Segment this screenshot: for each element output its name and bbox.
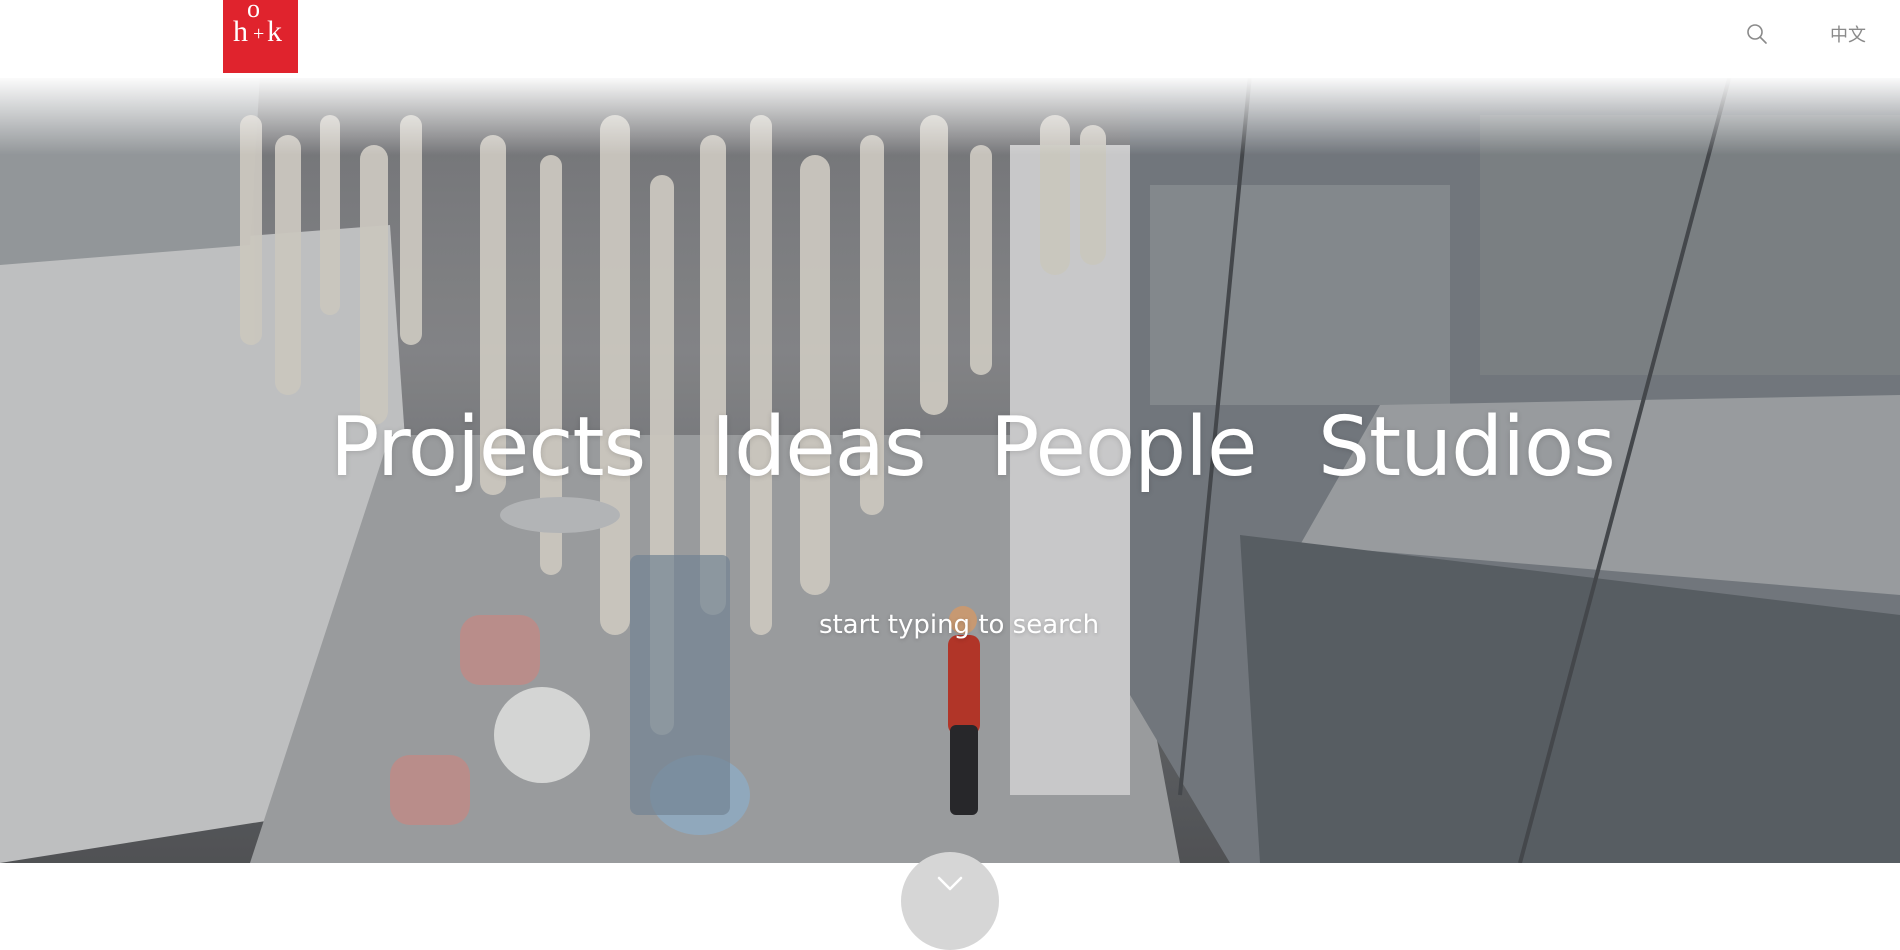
language-switch[interactable]: 中文 bbox=[1830, 21, 1866, 47]
search-hint-text: start typing to search bbox=[818, 610, 1100, 640]
logo-plus: + bbox=[253, 23, 265, 45]
search-icon bbox=[1747, 24, 1767, 44]
logo-letter-k: k bbox=[267, 15, 282, 48]
logo-letter-h: h bbox=[233, 15, 248, 48]
site-header: o h + k 中文 bbox=[0, 0, 1900, 78]
hero-navigation: Projects Ideas People Studios bbox=[0, 393, 1900, 503]
chevron-down-icon bbox=[937, 876, 963, 891]
hero-top-fade bbox=[0, 75, 1900, 155]
hok-logo[interactable]: o h + k bbox=[223, 0, 298, 73]
search-button[interactable] bbox=[1745, 22, 1769, 46]
hero-banner: Projects Ideas People Studios start typi… bbox=[0, 75, 1900, 863]
nav-ideas[interactable]: Ideas bbox=[711, 393, 927, 503]
nav-studios[interactable]: Studios bbox=[1318, 393, 1616, 503]
logo-letter-o: o bbox=[247, 0, 260, 23]
scroll-down-button[interactable] bbox=[901, 852, 999, 950]
nav-people[interactable]: People bbox=[990, 393, 1257, 503]
nav-projects[interactable]: Projects bbox=[330, 393, 646, 503]
